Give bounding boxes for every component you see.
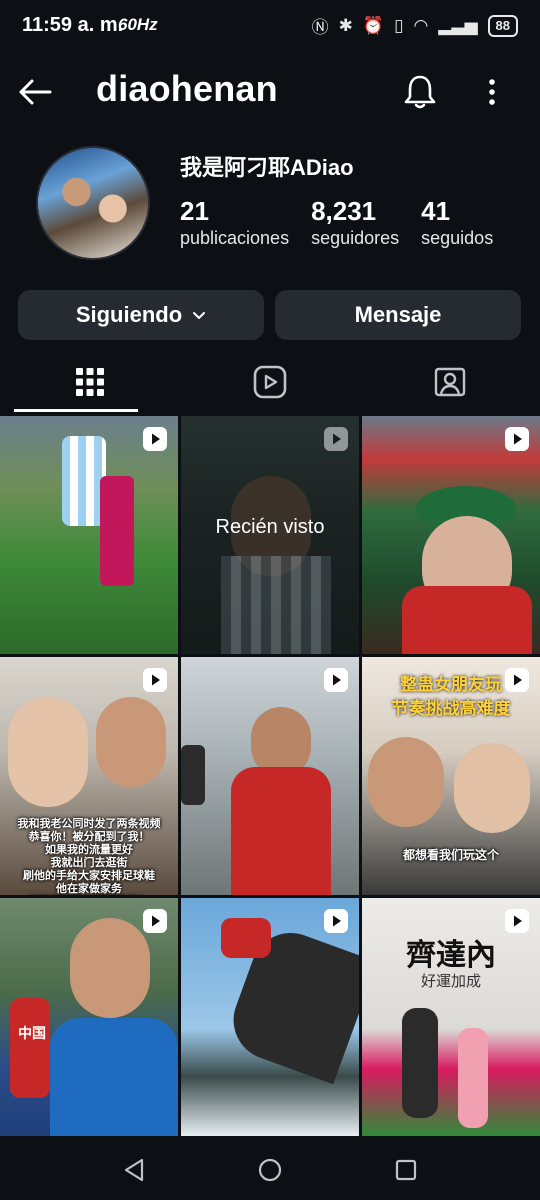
tagged-person-icon (434, 367, 466, 397)
profile-full-name: 我是阿刁耶ADiao (180, 155, 354, 180)
tab-reels[interactable] (180, 352, 360, 412)
alarm-icon: ⏰ (362, 15, 385, 35)
post-thumbnail[interactable] (181, 898, 359, 1136)
post-thumbnail[interactable]: 整蛊女朋友玩 节奏挑战高难度 都想看我们玩这个 (362, 657, 540, 895)
bell-icon[interactable] (400, 72, 440, 112)
profile-stats: 21 publicaciones 8,231 seguidores 41 seg… (180, 196, 515, 249)
reel-play-icon (143, 427, 167, 451)
more-options-icon[interactable] (478, 74, 506, 110)
jersey-text: 中国 (18, 1026, 46, 1042)
following-button[interactable]: Siguiendo (18, 290, 264, 340)
tab-posts-grid[interactable] (0, 352, 180, 412)
reel-play-icon (505, 909, 529, 933)
post-thumbnail[interactable] (362, 416, 540, 654)
post-subtitle: 好運加成 (420, 972, 481, 990)
status-bar: 11:59 a. m. 60Hz Ⓝ ✱ ⏰ ▯ ◠ ▂▃▅ 88 (0, 0, 540, 52)
grid-icon (76, 368, 104, 396)
post-thumbnail[interactable]: 齊達內 好運加成 (362, 898, 540, 1136)
vibrate-icon: ▯ (394, 15, 404, 35)
nfc-icon: Ⓝ (311, 18, 329, 37)
message-button[interactable]: Mensaje (275, 290, 521, 340)
refresh-rate: 60Hz (118, 15, 158, 34)
reel-play-icon (505, 668, 529, 692)
reel-play-icon (143, 909, 167, 933)
home-circle-icon[interactable] (256, 1156, 284, 1184)
stat-followers[interactable]: 8,231 seguidores (311, 196, 399, 249)
post-thumbnail[interactable] (0, 416, 178, 654)
signal-icon: ▂▃▅ (438, 15, 478, 35)
profile-tabs (0, 352, 540, 412)
bluetooth-icon: ✱ (338, 15, 353, 35)
reel-play-icon (324, 909, 348, 933)
profile-username: diaohenan (96, 68, 278, 109)
tab-tagged[interactable] (360, 352, 540, 412)
reel-play-icon (324, 668, 348, 692)
avatar[interactable] (36, 146, 150, 260)
back-triangle-icon[interactable] (120, 1156, 148, 1184)
reel-play-icon (324, 427, 348, 451)
reels-icon (253, 365, 287, 399)
post-caption: 都想看我们玩这个 (402, 848, 499, 862)
chevron-down-icon (193, 312, 206, 319)
post-thumbnail[interactable]: 我和我老公同时发了两条视频 恭喜你！被分配到了我！ 如果我的流量更好 我就出门去… (0, 657, 178, 895)
post-thumbnail[interactable]: Recién visto (181, 416, 359, 654)
recents-square-icon[interactable] (392, 1156, 420, 1184)
active-tab-indicator (14, 409, 138, 412)
back-arrow-icon[interactable] (18, 74, 54, 110)
battery-indicator: 88 (487, 14, 518, 37)
system-navigation-bar (0, 1138, 540, 1200)
top-bar: diaohenan (0, 60, 540, 124)
post-thumbnail[interactable] (181, 657, 359, 895)
following-label: Siguiendo (75, 302, 183, 327)
message-label: Mensaje (354, 302, 442, 327)
post-title: 齊達內 (406, 938, 496, 973)
post-caption: 我和我老公同时发了两条视频 恭喜你！被分配到了我！ 如果我的流量更好 我就出门去… (17, 817, 161, 895)
reel-play-icon (505, 427, 529, 451)
wifi-icon: ◠ (413, 15, 429, 35)
post-thumbnail[interactable]: 中国 (0, 898, 178, 1136)
reel-play-icon (143, 668, 167, 692)
status-time: 11:59 a. m. (22, 14, 124, 36)
stat-following[interactable]: 41 seguidos (421, 196, 493, 249)
recently-seen-label: Recién visto (215, 516, 325, 538)
stat-posts[interactable]: 21 publicaciones (180, 196, 289, 249)
